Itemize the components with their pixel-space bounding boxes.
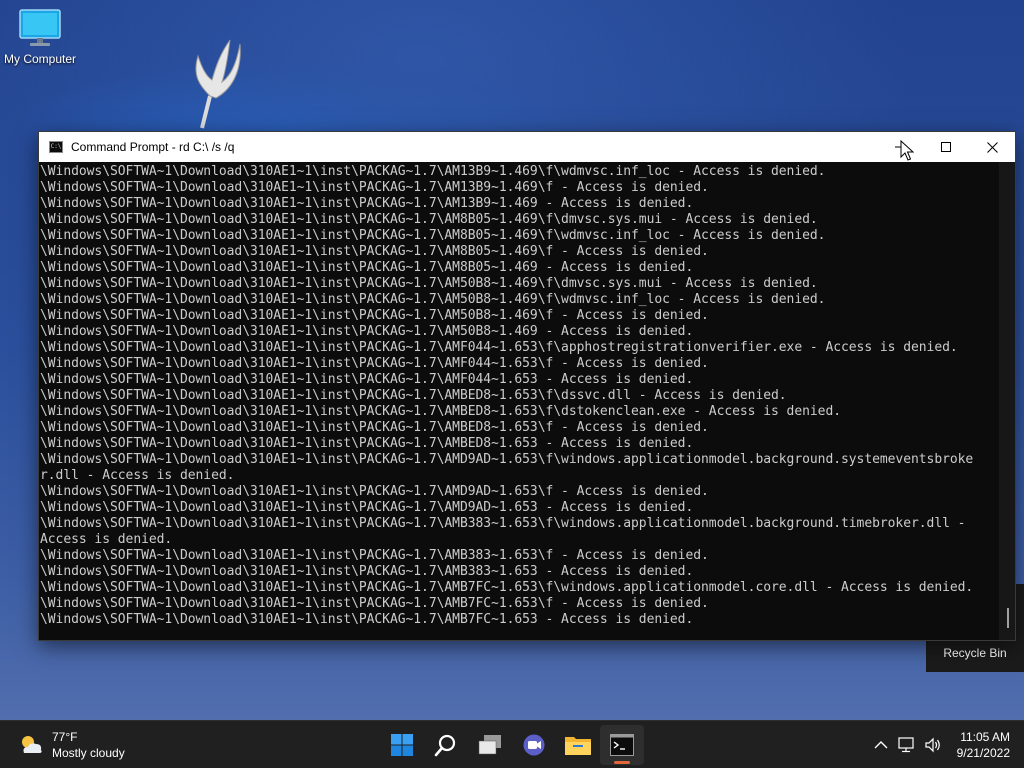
- console-line: \Windows\SOFTWA~1\Download\310AE1~1\inst…: [40, 180, 709, 195]
- search-icon: [434, 734, 456, 757]
- console-line: \Windows\SOFTWA~1\Download\310AE1~1\inst…: [40, 356, 709, 371]
- console-line: \Windows\SOFTWA~1\Download\310AE1~1\inst…: [40, 292, 826, 307]
- partly-cloudy-icon: [22, 736, 42, 753]
- network-button[interactable]: [894, 737, 920, 753]
- command-prompt-icon: C:\: [49, 141, 63, 153]
- search-button[interactable]: [424, 725, 468, 765]
- close-button[interactable]: [969, 132, 1015, 162]
- teams-chat-icon: [523, 734, 545, 756]
- volume-button[interactable]: [920, 737, 946, 753]
- scrollbar-thumb[interactable]: [1007, 608, 1009, 628]
- active-app-indicator: [614, 761, 630, 764]
- start-icon: [391, 734, 413, 756]
- console-line: \Windows\SOFTWA~1\Download\310AE1~1\inst…: [40, 452, 974, 467]
- console-line: \Windows\SOFTWA~1\Download\310AE1~1\inst…: [40, 228, 826, 243]
- file-explorer-icon: [565, 737, 591, 755]
- console-line: \Windows\SOFTWA~1\Download\310AE1~1\inst…: [40, 404, 841, 419]
- chevron-up-icon: [874, 741, 888, 749]
- desktop-icon-label: My Computer: [3, 52, 77, 66]
- close-icon: [986, 141, 998, 153]
- file-explorer-button[interactable]: [556, 725, 600, 765]
- console-line: \Windows\SOFTWA~1\Download\310AE1~1\inst…: [40, 564, 694, 579]
- maximize-button[interactable]: [923, 132, 969, 162]
- console-line: \Windows\SOFTWA~1\Download\310AE1~1\inst…: [40, 324, 694, 339]
- weather-temperature: 77°F: [52, 730, 78, 744]
- weather-condition: Mostly cloudy: [52, 746, 125, 760]
- network-icon: [898, 737, 914, 753]
- monitor-icon: [19, 9, 61, 46]
- console-line: Access is denied.: [40, 532, 173, 547]
- console-line: r.dll - Access is denied.: [40, 468, 235, 483]
- console-line: \Windows\SOFTWA~1\Download\310AE1~1\inst…: [40, 580, 974, 595]
- taskbar: 77°F Mostly cloudy 11:05 AM 9/21/2022: [0, 720, 1024, 768]
- console-line: \Windows\SOFTWA~1\Download\310AE1~1\inst…: [40, 388, 787, 403]
- task-view-button[interactable]: [468, 725, 512, 765]
- console-line: \Windows\SOFTWA~1\Download\310AE1~1\inst…: [40, 500, 694, 515]
- console-line: \Windows\SOFTWA~1\Download\310AE1~1\inst…: [40, 260, 694, 275]
- console-line: \Windows\SOFTWA~1\Download\310AE1~1\inst…: [40, 308, 709, 323]
- weather-widget[interactable]: 77°F Mostly cloudy: [18, 729, 125, 761]
- task-view-icon: [478, 735, 501, 755]
- show-hidden-icons-button[interactable]: [868, 740, 894, 750]
- trident-emblem-icon: [195, 39, 241, 129]
- console-line: \Windows\SOFTWA~1\Download\310AE1~1\inst…: [40, 276, 818, 291]
- teams-chat-button[interactable]: [512, 725, 556, 765]
- console-line: \Windows\SOFTWA~1\Download\310AE1~1\inst…: [40, 548, 709, 563]
- start-button[interactable]: [380, 725, 424, 765]
- vertical-scrollbar[interactable]: [999, 162, 1015, 640]
- console-output[interactable]: \Windows\SOFTWA~1\Download\310AE1~1\inst…: [39, 162, 1001, 640]
- desktop-icon-label: Recycle Bin: [943, 646, 1007, 660]
- window-title: Command Prompt - rd C:\ /s /q: [71, 140, 235, 154]
- console-line: \Windows\SOFTWA~1\Download\310AE1~1\inst…: [40, 596, 709, 611]
- console-line: \Windows\SOFTWA~1\Download\310AE1~1\inst…: [40, 340, 958, 355]
- console-line: \Windows\SOFTWA~1\Download\310AE1~1\inst…: [40, 196, 694, 211]
- clock-time: 11:05 AM: [960, 730, 1010, 744]
- command-prompt-window[interactable]: C:\ Command Prompt - rd C:\ /s /q \Windo…: [38, 131, 1016, 641]
- console-line: \Windows\SOFTWA~1\Download\310AE1~1\inst…: [40, 612, 694, 627]
- console-line: \Windows\SOFTWA~1\Download\310AE1~1\inst…: [40, 212, 818, 227]
- console-line: \Windows\SOFTWA~1\Download\310AE1~1\inst…: [40, 484, 709, 499]
- desktop-icon-my-computer[interactable]: My Computer: [0, 8, 80, 66]
- command-prompt-icon: [610, 734, 634, 756]
- mouse-pointer-icon: [900, 140, 914, 161]
- console-line: \Windows\SOFTWA~1\Download\310AE1~1\inst…: [40, 164, 826, 179]
- command-prompt-taskbar-button[interactable]: [600, 725, 644, 765]
- maximize-icon: [941, 142, 951, 152]
- title-bar[interactable]: C:\ Command Prompt - rd C:\ /s /q: [39, 132, 1015, 162]
- console-line: \Windows\SOFTWA~1\Download\310AE1~1\inst…: [40, 436, 694, 451]
- console-line: \Windows\SOFTWA~1\Download\310AE1~1\inst…: [40, 244, 709, 259]
- console-line: \Windows\SOFTWA~1\Download\310AE1~1\inst…: [40, 516, 966, 531]
- volume-icon: [925, 737, 940, 753]
- clock-date: 9/21/2022: [956, 746, 1010, 760]
- system-clock[interactable]: 11:05 AM 9/21/2022: [957, 729, 1010, 761]
- console-line: \Windows\SOFTWA~1\Download\310AE1~1\inst…: [40, 372, 694, 387]
- console-line: \Windows\SOFTWA~1\Download\310AE1~1\inst…: [40, 420, 709, 435]
